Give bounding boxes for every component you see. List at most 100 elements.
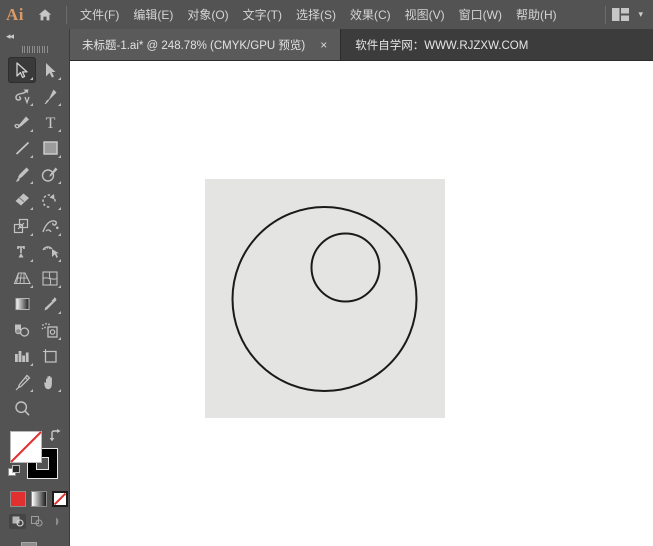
gradient-mode-button[interactable]: [31, 491, 47, 507]
tool-flyout-indicator-icon: [30, 155, 33, 158]
menu-bar: Ai 文件(F) 编辑(E) 对象(O) 文字(T) 选择(S) 效果(C) 视…: [0, 0, 653, 29]
artwork: [231, 206, 418, 392]
document-canvas[interactable]: [70, 61, 653, 546]
hand-tool[interactable]: [36, 369, 64, 395]
grip-dots-icon: [21, 45, 48, 53]
none-mode-button[interactable]: [52, 491, 68, 507]
tool-flyout-indicator-icon: [58, 207, 61, 210]
tool-flyout-indicator-icon: [30, 77, 33, 80]
draw-behind-button[interactable]: [28, 514, 45, 529]
tool-flyout-indicator-icon: [58, 129, 61, 132]
change-screen-mode-button[interactable]: [21, 542, 48, 546]
type-tool[interactable]: T: [36, 109, 64, 135]
blend-tool[interactable]: [8, 317, 36, 343]
symbol-sprayer-tool[interactable]: [36, 317, 64, 343]
column-graph-tool[interactable]: [8, 343, 36, 369]
default-fill-stroke-icon[interactable]: [8, 465, 21, 483]
menu-select[interactable]: 选择(S): [289, 2, 343, 27]
menu-help[interactable]: 帮助(H): [509, 2, 564, 27]
width-tool[interactable]: [36, 213, 64, 239]
home-icon[interactable]: [30, 0, 60, 29]
tool-flyout-indicator-icon: [30, 389, 33, 392]
shape-builder-tool[interactable]: [36, 239, 64, 265]
tool-flyout-indicator-icon: [30, 129, 33, 132]
menu-type[interactable]: 文字(T): [236, 2, 289, 27]
chevron-down-icon[interactable]: ▾: [638, 9, 643, 20]
outer-circle: [231, 206, 418, 392]
menu-items: 文件(F) 编辑(E) 对象(O) 文字(T) 选择(S) 效果(C) 视图(V…: [73, 2, 564, 27]
double-chevron-left-icon: ◂◂: [6, 30, 14, 41]
rotate-tool[interactable]: [36, 187, 64, 213]
document-tab-bar: 未标题-1.ai* @ 248.78% (CMYK/GPU 预览) × 软件自学…: [0, 29, 653, 61]
tool-grid: T: [0, 55, 70, 421]
shaper-tool[interactable]: [36, 161, 64, 187]
tool-flyout-indicator-icon: [58, 285, 61, 288]
tool-flyout-indicator-icon: [30, 233, 33, 236]
menu-file[interactable]: 文件(F): [73, 2, 126, 27]
tool-flyout-indicator-icon: [30, 207, 33, 210]
screen-mode-row: [0, 529, 69, 546]
document-tab-title: 未标题-1.ai* @ 248.78% (CMYK/GPU 预览): [82, 39, 306, 52]
fill-swatch[interactable]: [10, 431, 42, 463]
scale-tool[interactable]: [8, 213, 36, 239]
draw-normal-button[interactable]: [9, 514, 26, 529]
direct-selection-tool[interactable]: [36, 57, 64, 83]
draw-mode-row: [0, 507, 69, 529]
none-slash-icon: [10, 431, 42, 463]
tools-panel: ◂◂ T: [0, 29, 70, 546]
paint-mode-row: [0, 487, 70, 507]
close-icon[interactable]: ×: [317, 39, 330, 51]
menu-window[interactable]: 窗口(W): [452, 2, 509, 27]
line-segment-tool[interactable]: [8, 135, 36, 161]
slice-tool[interactable]: [8, 369, 36, 395]
swap-fill-stroke-icon[interactable]: [49, 429, 62, 447]
menu-effect[interactable]: 效果(C): [343, 2, 398, 27]
gradient-tool[interactable]: [8, 291, 36, 317]
selection-tool[interactable]: [8, 57, 36, 83]
fill-stroke-controls: [0, 425, 70, 487]
menubar-right-group: ▾: [599, 5, 653, 24]
draw-inside-button[interactable]: [47, 514, 64, 529]
svg-text:T: T: [45, 115, 55, 131]
app-logo-icon: Ai: [6, 4, 24, 24]
pen-tool[interactable]: [36, 83, 64, 109]
menubar-divider: [66, 5, 67, 24]
artboard-tool[interactable]: [36, 343, 64, 369]
tool-flyout-indicator-icon: [30, 285, 33, 288]
tool-flyout-indicator-icon: [58, 103, 61, 106]
illustrator-window: Ai 文件(F) 编辑(E) 对象(O) 文字(T) 选择(S) 效果(C) 视…: [0, 0, 653, 546]
tool-flyout-indicator-icon: [30, 363, 33, 366]
eyedropper-tool[interactable]: [36, 291, 64, 317]
tool-flyout-indicator-icon: [58, 181, 61, 184]
tool-flyout-indicator-icon: [58, 155, 61, 158]
panel-drag-handle[interactable]: [0, 43, 69, 55]
zoom-tool[interactable]: [8, 395, 36, 421]
artboard-1[interactable]: [205, 179, 445, 418]
tool-flyout-indicator-icon: [58, 311, 61, 314]
tool-flyout-indicator-icon: [58, 389, 61, 392]
tool-flyout-indicator-icon: [58, 233, 61, 236]
menubar-right-divider: [605, 5, 607, 24]
rectangle-tool[interactable]: [36, 135, 64, 161]
menu-view[interactable]: 视图(V): [398, 2, 452, 27]
document-tab[interactable]: 未标题-1.ai* @ 248.78% (CMYK/GPU 预览) ×: [70, 29, 342, 60]
mesh-tool[interactable]: [36, 265, 64, 291]
color-mode-button[interactable]: [10, 491, 26, 507]
paintbrush-tool[interactable]: [8, 161, 36, 187]
tool-flyout-indicator-icon: [30, 259, 33, 262]
tool-flyout-indicator-icon: [58, 337, 61, 340]
tool-flyout-indicator-icon: [58, 259, 61, 262]
tool-flyout-indicator-icon: [58, 77, 61, 80]
blob-brush-tool[interactable]: [8, 109, 36, 135]
tool-flyout-indicator-icon: [30, 103, 33, 106]
menu-edit[interactable]: 编辑(E): [126, 2, 180, 27]
tool-flyout-indicator-icon: [30, 181, 33, 184]
watermark-note: 软件自学网：WWW.RJZXW.COM: [355, 39, 529, 52]
eraser-tool[interactable]: [8, 187, 36, 213]
collapse-panel-button[interactable]: ◂◂: [0, 29, 69, 43]
curvature-tool[interactable]: [8, 83, 36, 109]
workspace-switcher-icon[interactable]: [612, 8, 630, 21]
menu-object[interactable]: 对象(O): [180, 2, 235, 27]
perspective-grid-tool[interactable]: [8, 265, 36, 291]
free-transform-tool[interactable]: [8, 239, 36, 265]
